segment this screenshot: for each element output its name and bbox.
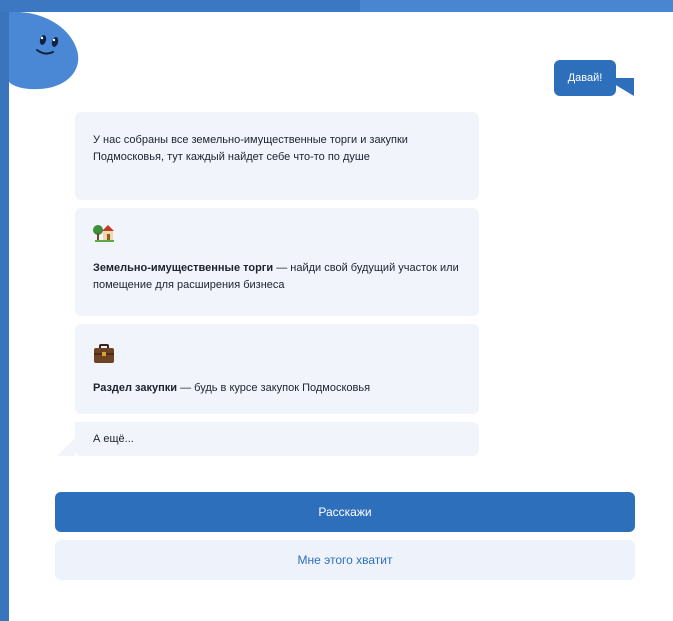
chat-panel: Давай! У нас собраны все земельно-имущес…: [9, 12, 673, 621]
bot-bubble-tail: [57, 438, 75, 456]
bot-message-more: А ещё...: [75, 422, 479, 456]
enough-button[interactable]: Мне этого хватит: [55, 540, 635, 580]
briefcase-icon: [93, 344, 115, 364]
user-message-bubble: Давай!: [554, 60, 616, 96]
land-auctions-title: Земельно-имущественные торги: [93, 262, 274, 274]
procurement-text: Раздел закупки — будь в курсе закупок По…: [93, 380, 465, 397]
mascot-avatar: [9, 12, 87, 92]
window-left-edge: [0, 0, 9, 621]
bot-message-intro: У нас собраны все земельно-имущественные…: [75, 112, 479, 200]
procurement-description: — будь в курсе закупок Подмосковья: [177, 382, 371, 394]
top-bar: [0, 0, 673, 12]
top-bar-segment: [360, 0, 673, 12]
bot-message-procurement: Раздел закупки — будь в курсе закупок По…: [75, 324, 479, 414]
land-auctions-text: Земельно-имущественные торги — найди сво…: [93, 260, 465, 294]
tell-me-button[interactable]: Расскажи: [55, 492, 635, 532]
house-with-garden-icon: [93, 222, 115, 242]
procurement-title: Раздел закупки: [93, 382, 178, 394]
bot-message-land-auctions: Земельно-имущественные торги — найди сво…: [75, 208, 479, 316]
